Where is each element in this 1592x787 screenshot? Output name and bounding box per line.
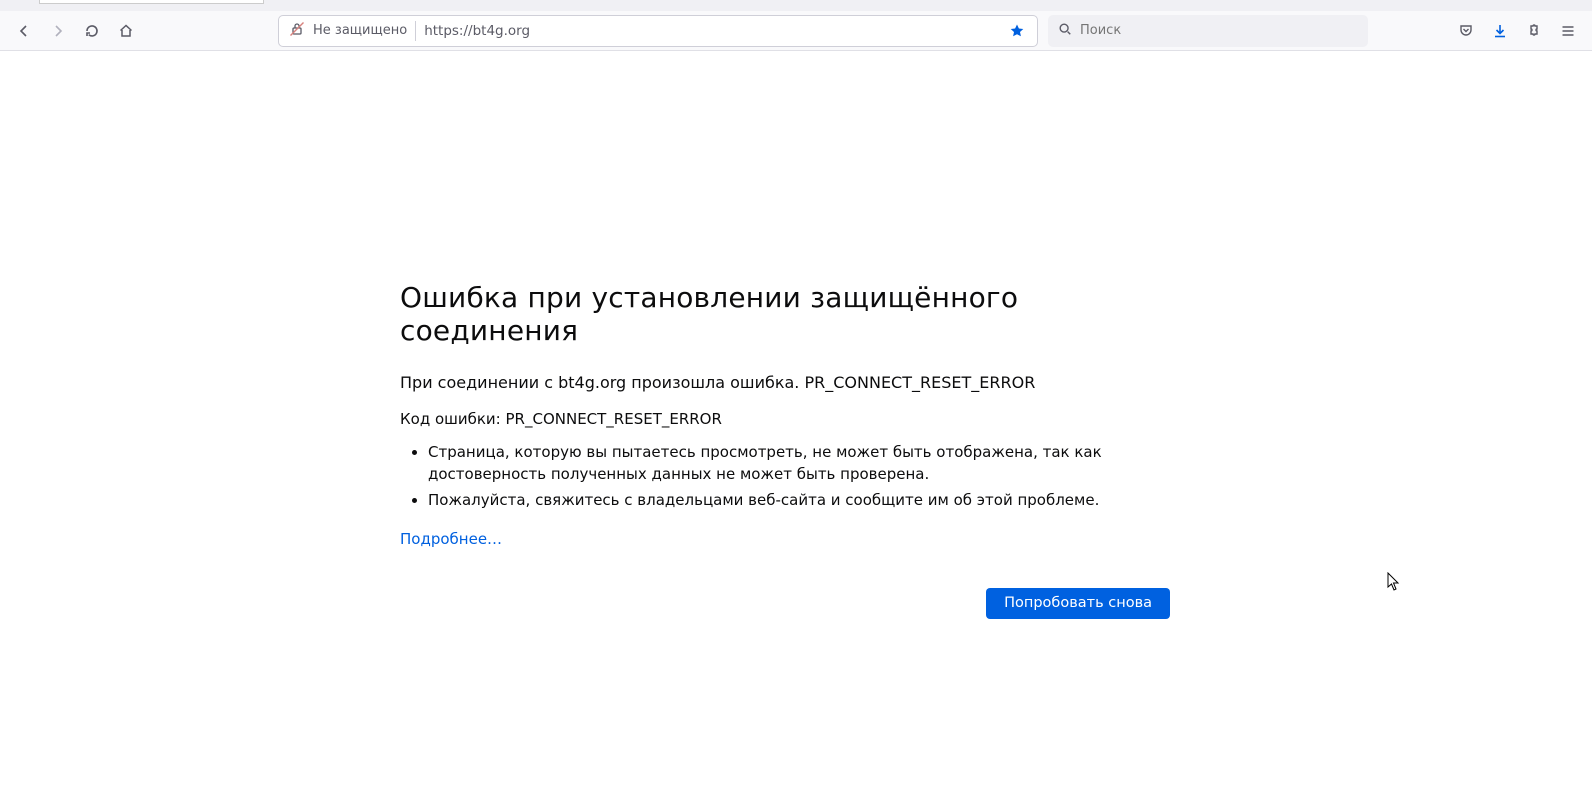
browser-toolbar: Не защищено https://bt4g.org [0,11,1592,51]
back-button[interactable] [8,15,40,47]
home-button[interactable] [110,15,142,47]
error-bullet: Страница, которую вы пытаетесь просмотре… [428,442,1170,486]
bookmark-star-button[interactable] [1003,17,1031,45]
reload-icon [84,23,100,39]
error-bullet: Пожалуйста, свяжитесь с владельцами веб-… [428,490,1170,512]
page-content: Ошибка при установлении защищённого соед… [0,51,1592,787]
forward-button[interactable] [42,15,74,47]
retry-row: Попробовать снова [400,588,1170,619]
puzzle-icon [1526,23,1542,39]
arrow-left-icon [16,23,32,39]
nav-button-group [8,15,142,47]
star-filled-icon [1009,23,1025,39]
search-input[interactable] [1080,23,1358,38]
error-description: При соединении с bt4g.org произошла ошиб… [400,373,1170,392]
not-secure-label: Не защищено [313,23,407,38]
error-container: Ошибка при установлении защищённого соед… [400,281,1170,619]
search-icon [1058,21,1072,40]
hamburger-icon [1560,23,1576,39]
pocket-button[interactable] [1450,15,1482,47]
learn-more-link[interactable]: Подробнее… [400,530,502,548]
error-code-line: Код ошибки: PR_CONNECT_RESET_ERROR [400,410,1170,428]
error-title: Ошибка при установлении защищённого соед… [400,281,1170,347]
download-icon [1492,23,1508,39]
reload-button[interactable] [76,15,108,47]
pocket-icon [1458,23,1474,39]
url-text[interactable]: https://bt4g.org [424,23,995,39]
app-menu-button[interactable] [1552,15,1584,47]
arrow-right-icon [50,23,66,39]
retry-button[interactable]: Попробовать снова [986,588,1170,619]
mouse-cursor-icon [1387,572,1401,592]
home-icon [118,23,134,39]
downloads-button[interactable] [1484,15,1516,47]
toolbar-right-icons [1450,15,1584,47]
lock-warning-icon [289,21,305,41]
urlbar-separator [415,21,416,41]
tab-stub[interactable] [39,0,264,4]
search-bar[interactable] [1048,15,1368,47]
error-bullet-list: Страница, которую вы пытаетесь просмотре… [428,442,1170,511]
url-bar[interactable]: Не защищено https://bt4g.org [278,15,1038,47]
extensions-button[interactable] [1518,15,1550,47]
